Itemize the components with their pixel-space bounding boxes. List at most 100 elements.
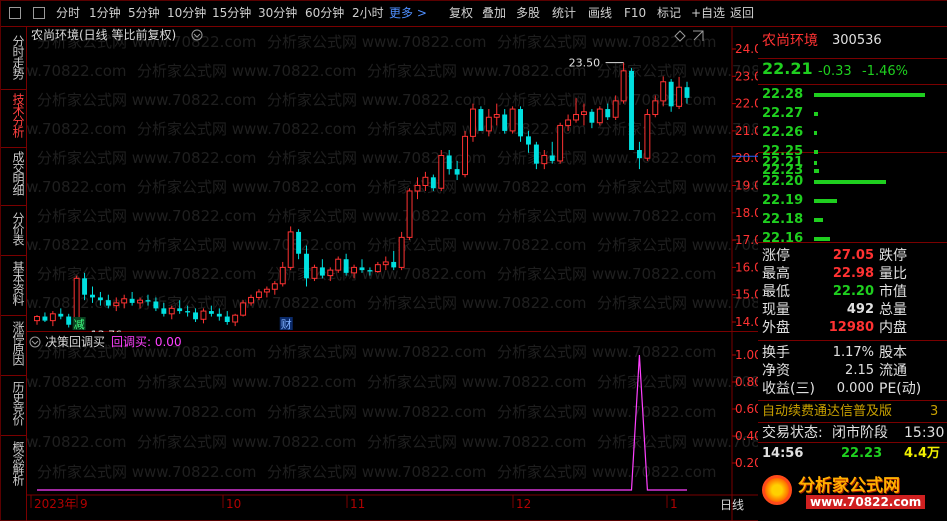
candle-body-up — [406, 190, 413, 238]
tick-time: 14:56 — [762, 446, 804, 461]
tab-15min[interactable]: 15分钟 — [212, 5, 251, 21]
date-label: 10 — [226, 497, 241, 511]
candle-body-up — [200, 310, 207, 320]
candle-body-down — [304, 253, 309, 279]
divider — [758, 442, 947, 443]
candle-body-up — [271, 283, 278, 290]
vtab-gainian-jiexi[interactable]: 概念解析 — [4, 441, 25, 485]
price-tick-label: 16.00 — [735, 260, 758, 274]
bid-volume-bar — [814, 180, 886, 184]
tab-divider — [1, 205, 27, 206]
kline-chart[interactable]: 分析家公式网 www.70822.com 分析家公式网 www.70822.com… — [27, 27, 758, 332]
tongji-button[interactable]: 统计 — [552, 5, 576, 21]
candle-body-down — [391, 261, 397, 268]
cai-marker[interactable]: 财 — [281, 317, 292, 331]
ask-price: 22.28 — [762, 87, 804, 102]
tab-fenshi[interactable]: 分时 — [56, 5, 80, 21]
watermark-text: 分析家公式网 www.70822.com — [37, 91, 257, 109]
indicator-chart[interactable]: 分析家公式网 www.70822.com 分析家公式网 www.70822.com… — [27, 332, 758, 521]
watermark-text: 分析家公式网 www.70822.com — [367, 294, 587, 312]
biaoji-button[interactable]: 标记 — [657, 5, 681, 21]
quote-label: 跌停 — [879, 248, 907, 264]
renewal-banner: 自动续费通达信普及版 — [762, 404, 893, 419]
candle-body-up — [311, 266, 318, 279]
quote-value: 492 — [846, 302, 874, 317]
period-label: 日线 — [720, 498, 744, 512]
watermark-text: 分析家公式网 www.70822.com — [137, 120, 357, 138]
candle-body-down — [66, 316, 72, 325]
tab-divider — [1, 89, 27, 90]
watermark-text: 分析家公式网 www.70822.com — [497, 403, 717, 421]
duogu-button[interactable]: 多股 — [516, 5, 540, 21]
vtab-lishi-jingjia[interactable]: 历史竞价 — [4, 381, 25, 425]
watermark-text: 分析家公式网 www.70822.com — [137, 236, 357, 254]
vtab-zhangting-yuanyin[interactable]: 涨停原因 — [4, 321, 25, 365]
vtab-jiben-ziliao[interactable]: 基本资料 — [4, 261, 25, 305]
candle-body-down — [343, 259, 349, 273]
quote-label: 股本 — [879, 345, 907, 361]
tab-2hour[interactable]: 2小时 — [352, 5, 384, 21]
candle-body-down — [105, 300, 111, 306]
chevron-down-icon[interactable] — [29, 336, 41, 348]
candle-body-down — [42, 316, 48, 321]
watermark-text: 分析家公式网 www.70822.com — [497, 343, 717, 361]
vtab-fenshi-zoushi[interactable]: 分时走势 — [4, 35, 25, 79]
tab-5min[interactable]: 5分钟 — [128, 5, 160, 21]
candle-body-up — [580, 111, 587, 116]
divider — [758, 400, 947, 401]
candle-body-up — [327, 269, 334, 277]
jian-marker[interactable]: 减 — [74, 318, 85, 331]
window-square-icon[interactable] — [33, 7, 45, 19]
quote-label: 最低 — [762, 284, 790, 300]
bid-price: 22.21 — [762, 155, 804, 170]
f10-button[interactable]: F10 — [624, 5, 646, 21]
tab-10min[interactable]: 10分钟 — [167, 5, 206, 21]
tab-30min[interactable]: 30分钟 — [258, 5, 297, 21]
candle-body-down — [636, 150, 642, 159]
vtab-fenjiabiao[interactable]: 分价表 — [4, 212, 25, 245]
add-watchlist-button[interactable]: +自选 — [691, 5, 725, 21]
vtab-chengjiao-mingxi[interactable]: 成交明细 — [4, 151, 25, 195]
tab-1min[interactable]: 1分钟 — [89, 5, 121, 21]
candle-body-up — [660, 81, 667, 102]
chart-area[interactable]: 分析家公式网 www.70822.com 分析家公式网 www.70822.com… — [27, 27, 758, 521]
quote-value: 22.98 — [832, 266, 874, 281]
indicator-tick-label: 0.80 — [735, 375, 758, 389]
more-menu-button[interactable]: 更多 > — [389, 5, 427, 21]
candle-body-up — [557, 124, 564, 162]
divider — [758, 340, 947, 341]
fuquan-button[interactable]: 复权 — [449, 5, 473, 21]
candle-body-up — [382, 261, 389, 266]
indicator-name: 决策回调买 — [45, 335, 105, 349]
tab-60min[interactable]: 60分钟 — [305, 5, 344, 21]
vtab-jishu-fenxi[interactable]: 技术分析 — [4, 93, 25, 137]
candle-body-up — [351, 266, 358, 274]
candle-body-up — [255, 291, 262, 298]
watermark-text: 分析家公式网 www.70822.com — [267, 207, 487, 225]
quote-label: 换手 — [762, 345, 790, 361]
stock-code: 300536 — [832, 33, 882, 48]
quote-label: 现量 — [762, 302, 790, 318]
huaxian-button[interactable]: 画线 — [588, 5, 612, 21]
price-tick-label: 24.00 — [735, 42, 758, 56]
candle-body-down — [224, 316, 230, 322]
date-label: 12 — [516, 497, 531, 511]
back-button[interactable]: 返回 — [730, 5, 754, 21]
price-tick-label: 23.00 — [735, 69, 758, 83]
menu-square-icon[interactable] — [9, 7, 21, 19]
candle-body-up — [644, 114, 651, 159]
candle-body-up — [509, 108, 516, 132]
candle-body-up — [121, 298, 128, 304]
candle-body-down — [533, 144, 539, 164]
site-logo[interactable]: 分析家公式网 www.70822.com — [758, 465, 947, 521]
candle-body-down — [684, 87, 690, 98]
candle-body-up — [398, 236, 405, 268]
tab-divider — [1, 435, 27, 436]
left-tab-bar: 分时走势 技术分析 成交明细 分价表 基本资料 涨停原因 历史竞价 概念解析 — [1, 27, 27, 521]
candle-body-down — [629, 70, 634, 151]
diejia-button[interactable]: 叠加 — [482, 5, 506, 21]
candle-body-up — [287, 231, 294, 268]
candle-body-up — [113, 302, 120, 307]
quote-label: 内盘 — [879, 320, 907, 336]
quote-value: 22.20 — [832, 284, 874, 299]
